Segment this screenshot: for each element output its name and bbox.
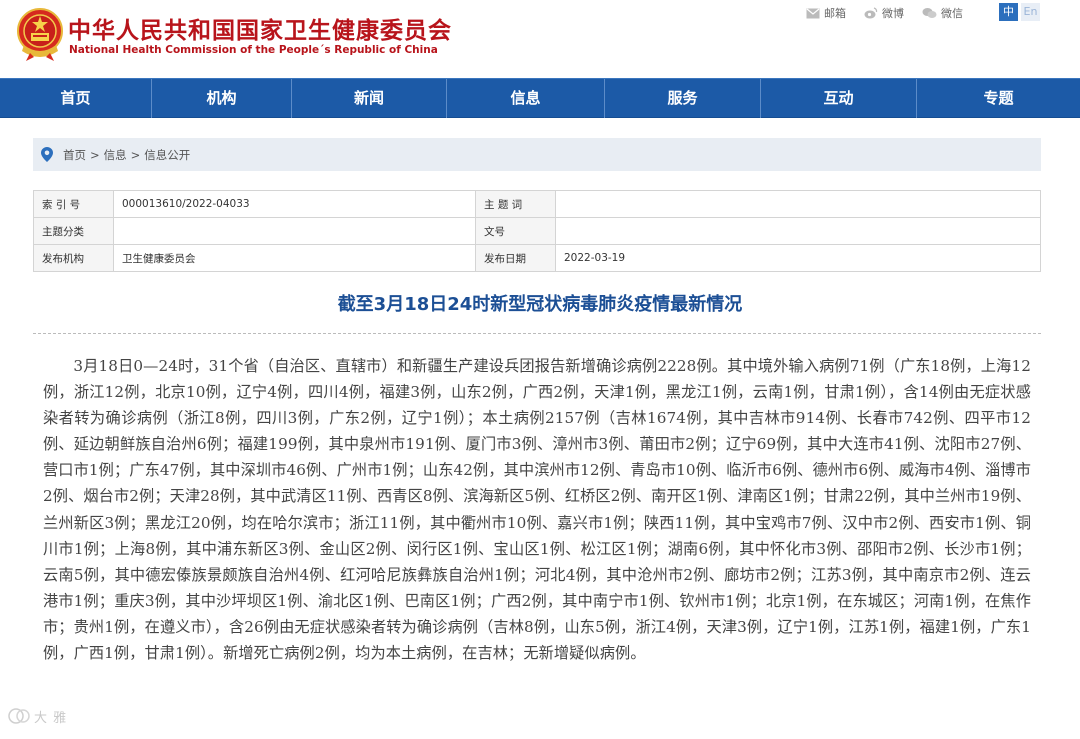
document-meta-table: 索 引 号 000013610/2022-04033 主 题 词 主题分类 文号… (33, 190, 1041, 272)
table-row: 发布机构 卫生健康委员会 发布日期 2022-03-19 (33, 244, 1041, 272)
weibo-label: 微博 (882, 7, 904, 20)
national-emblem-icon[interactable] (16, 7, 64, 63)
table-row: 索 引 号 000013610/2022-04033 主 题 词 (33, 190, 1041, 218)
article-body: 3月18日0—24时，31个省（自治区、直辖市）和新疆生产建设兵团报告新增确诊病… (43, 357, 1031, 663)
meta-key-keywords: 主 题 词 (475, 190, 556, 218)
breadcrumb-separator: > (90, 147, 100, 162)
breadcrumb: 首页 > 信息 > 信息公开 (33, 138, 1041, 171)
meta-key-publish-date: 发布日期 (475, 244, 556, 272)
meta-key-doc-number: 文号 (475, 217, 556, 245)
nav-item-interaction[interactable]: 互动 (761, 79, 917, 118)
mail-link[interactable]: 邮箱 (806, 5, 846, 21)
meta-key-publisher: 发布机构 (33, 244, 114, 272)
watermark: 大 雅 (8, 706, 67, 726)
weibo-icon (864, 7, 878, 19)
site-header: 中华人民共和国国家卫生健康委员会 National Health Commiss… (0, 0, 1080, 78)
article-title: 截至3月18日24时新型冠状病毒肺炎疫情最新情况 (337, 294, 743, 315)
location-pin-icon (41, 147, 53, 162)
nav-item-services[interactable]: 服务 (605, 79, 761, 118)
breadcrumb-disclosure[interactable]: 信息公开 (144, 147, 190, 163)
lang-en-button[interactable]: En (1021, 3, 1040, 21)
meta-value-keywords (555, 190, 1041, 218)
weibo-link[interactable]: 微博 (864, 5, 904, 21)
breadcrumb-home[interactable]: 首页 (63, 147, 86, 163)
title-divider (33, 333, 1041, 334)
wechat-icon (922, 8, 937, 18)
meta-value-category (113, 217, 476, 245)
mail-icon (806, 8, 820, 18)
header-tools: 邮箱 微博 微信 (806, 4, 981, 22)
nav-item-news[interactable]: 新闻 (292, 79, 447, 118)
nav-item-topics[interactable]: 专题 (917, 79, 1080, 118)
main-nav: 首页 机构 新闻 信息 服务 互动 专题 (0, 78, 1080, 118)
nav-item-home[interactable]: 首页 (0, 79, 152, 118)
meta-value-publisher: 卫生健康委员会 (113, 244, 476, 272)
wechat-label: 微信 (941, 7, 963, 20)
breadcrumb-separator: > (130, 147, 141, 162)
nav-item-information[interactable]: 信息 (447, 79, 605, 118)
site-subtitle: National Health Commission of the People… (69, 44, 438, 56)
table-row: 主题分类 文号 (33, 217, 1041, 245)
watermark-logo-icon (8, 708, 30, 724)
breadcrumb-information[interactable]: 信息 (104, 147, 127, 163)
meta-value-publish-date: 2022-03-19 (555, 244, 1041, 272)
meta-value-doc-number (555, 217, 1041, 245)
watermark-text: 大 雅 (34, 710, 68, 726)
nav-item-institutions[interactable]: 机构 (152, 79, 292, 118)
lang-zh-button[interactable]: 中 (999, 3, 1018, 21)
meta-key-index: 索 引 号 (33, 190, 114, 218)
meta-key-category: 主题分类 (33, 217, 114, 245)
wechat-link[interactable]: 微信 (922, 5, 963, 21)
meta-value-index: 000013610/2022-04033 (113, 190, 476, 218)
mail-label: 邮箱 (824, 7, 846, 20)
site-title[interactable]: 中华人民共和国国家卫生健康委员会 (68, 11, 452, 45)
